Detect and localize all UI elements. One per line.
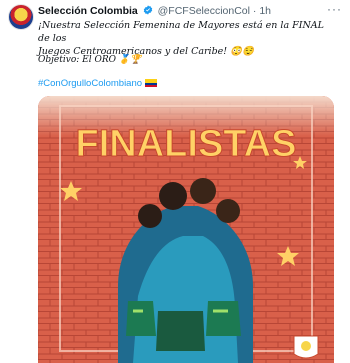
- colombia-flag-icon: [144, 79, 157, 87]
- federation-crest-icon: [293, 335, 319, 359]
- tweet-body: ¡Nuestra Selección Femenina de Mayores e…: [38, 19, 338, 58]
- hashtag-link[interactable]: #ConOrgulloColombiano: [38, 78, 157, 89]
- author-handle[interactable]: @FCFSeleccionCol: [158, 5, 250, 17]
- tweet-objective: Objetivo: El ORO 🥇🏆: [38, 55, 142, 65]
- tweet-image[interactable]: FINALISTAS: [38, 96, 334, 363]
- poster-title: FINALISTAS: [76, 123, 297, 165]
- tweet[interactable]: Selección Colombia @FCFSeleccionCol · 1h…: [0, 0, 350, 363]
- hashtag-text[interactable]: #ConOrgulloColombiano: [38, 78, 142, 89]
- more-options-icon[interactable]: ···: [327, 2, 342, 16]
- author-avatar[interactable]: [8, 4, 34, 30]
- tweet-time[interactable]: 1h: [259, 5, 271, 17]
- author-name[interactable]: Selección Colombia: [38, 5, 138, 17]
- poster-graphic: FINALISTAS: [38, 96, 334, 363]
- verified-badge-icon: [143, 5, 152, 15]
- tweet-line-1: ¡Nuestra Selección Femenina de Mayores e…: [38, 20, 324, 44]
- separator: ·: [252, 5, 257, 17]
